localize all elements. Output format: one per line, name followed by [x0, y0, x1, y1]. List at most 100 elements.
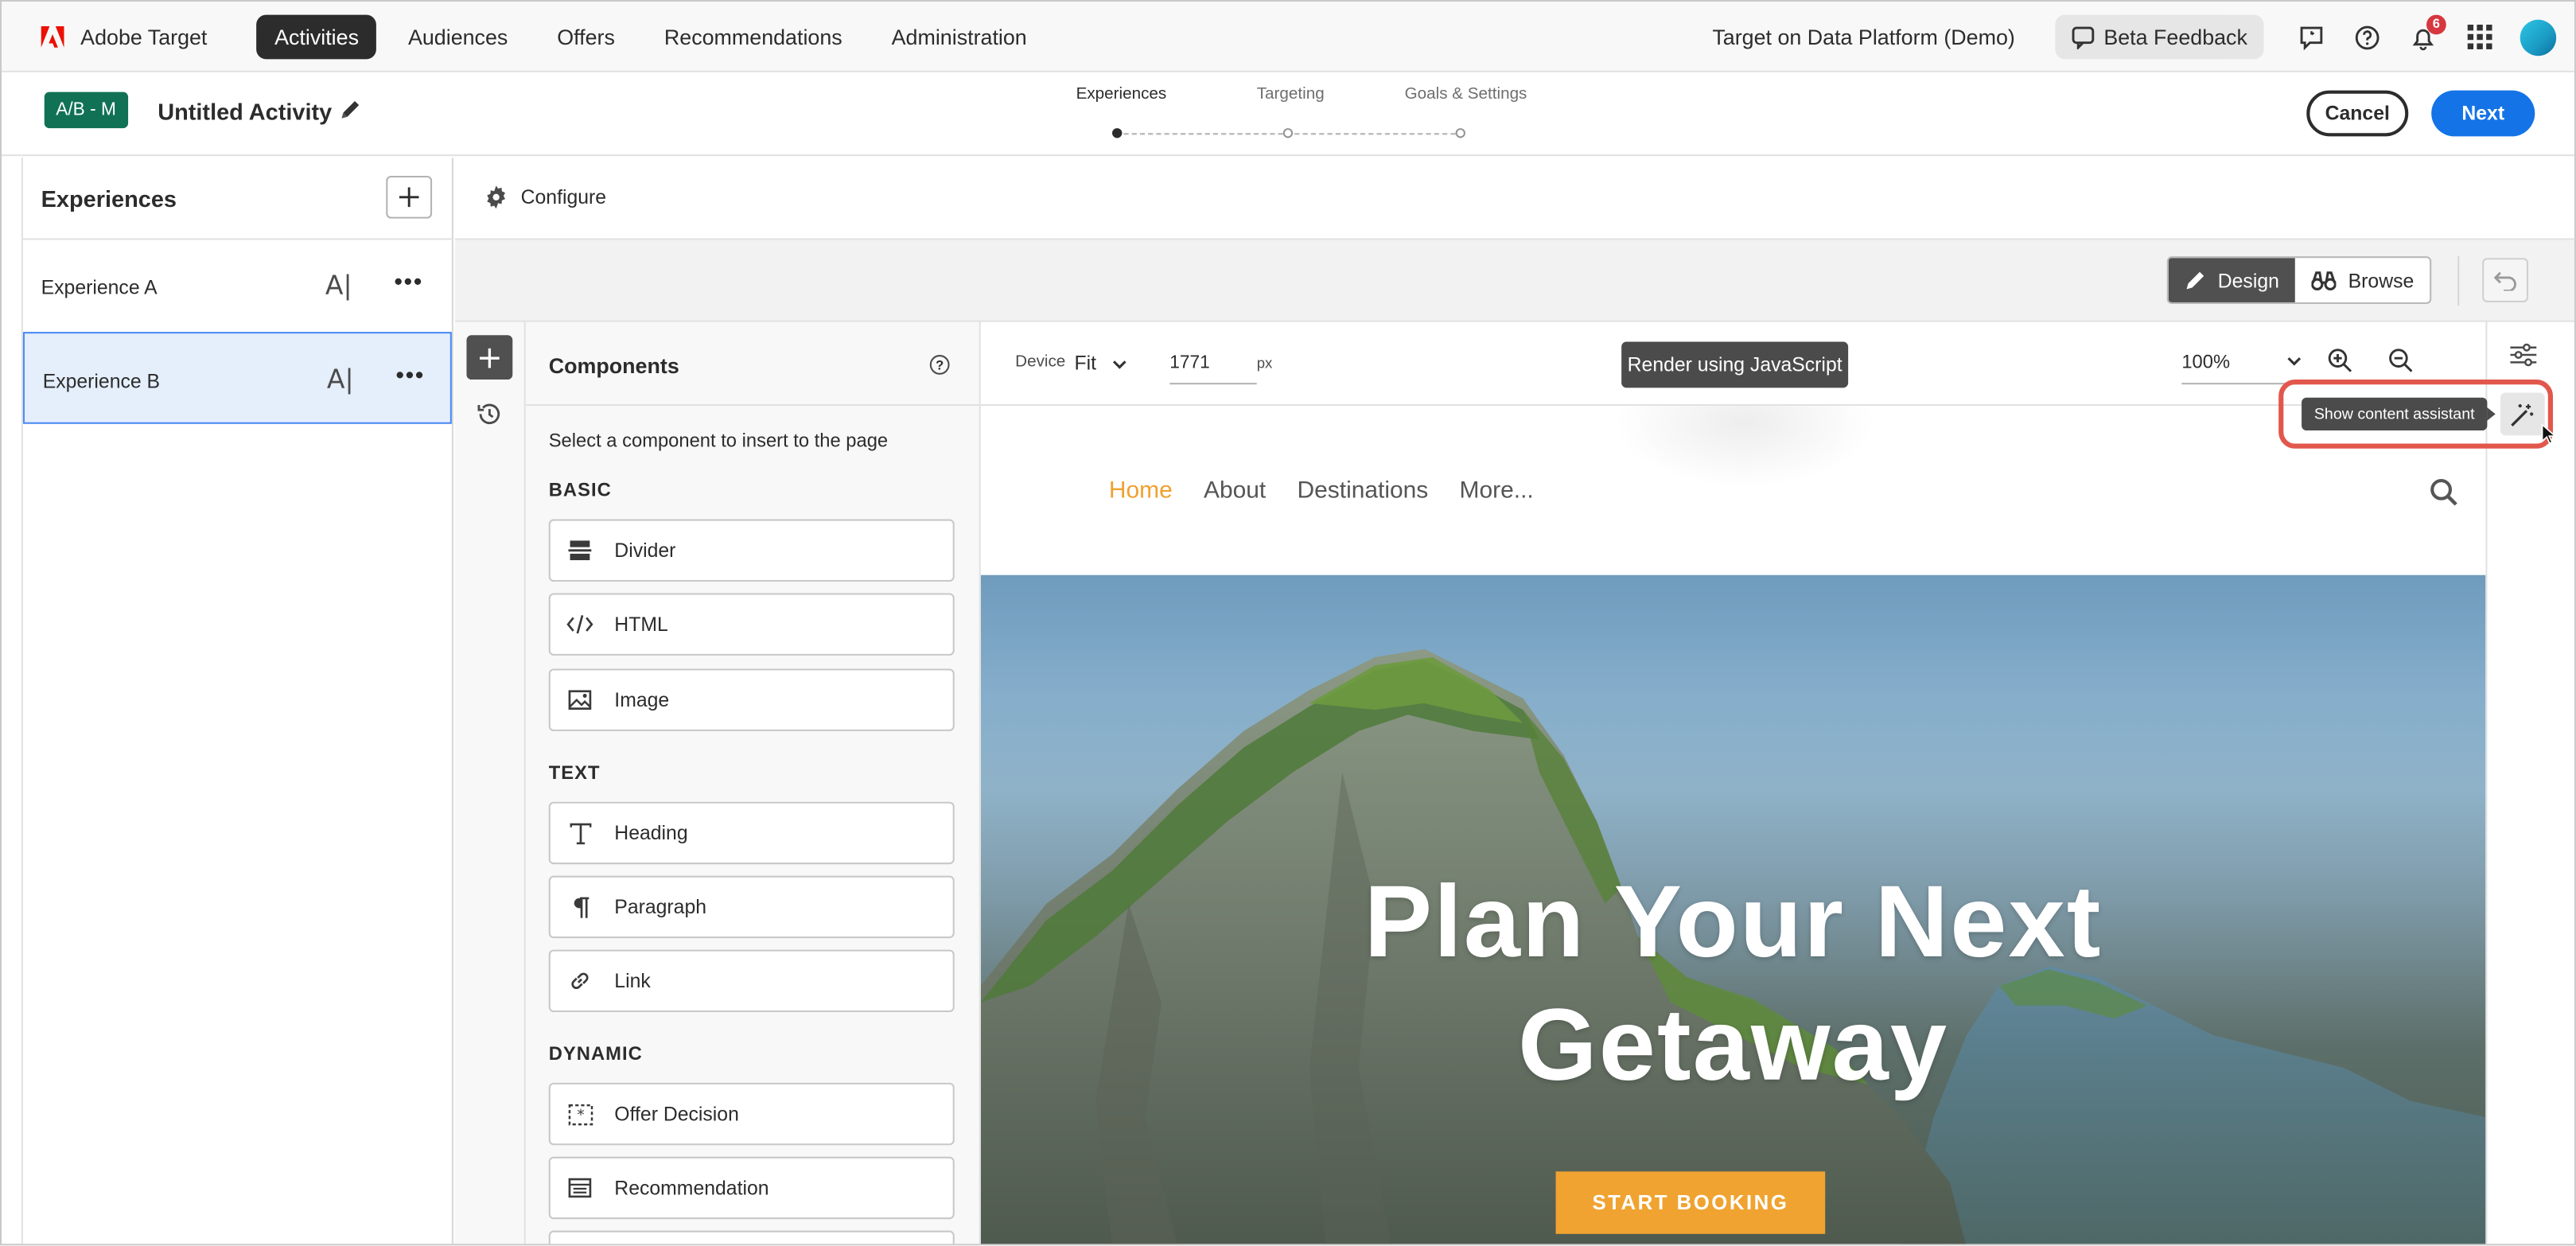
- help-icon[interactable]: ?: [929, 355, 950, 375]
- component-offer-decision[interactable]: * Offer Decision: [548, 1082, 955, 1146]
- site-links: Home About Destinations More...: [1109, 478, 1534, 504]
- configure-label: Configure: [520, 185, 607, 209]
- nav-administration[interactable]: Administration: [874, 14, 1045, 59]
- activity-type-badge: A/B - M: [44, 92, 128, 129]
- properties-icon[interactable]: [2510, 343, 2537, 375]
- browse-mode-button[interactable]: Browse: [2296, 258, 2430, 302]
- brand[interactable]: Adobe Target: [41, 23, 208, 49]
- search-icon[interactable]: [2430, 478, 2457, 514]
- divider-icon: [566, 540, 593, 561]
- section-dynamic: DYNAMIC: [548, 1045, 643, 1065]
- edit-title-icon[interactable]: [338, 99, 361, 130]
- zoom-in-icon[interactable]: [2328, 348, 2352, 381]
- component-label: Heading: [614, 821, 688, 845]
- nav-activities[interactable]: Activities: [256, 14, 377, 59]
- zoom-out-icon[interactable]: [2389, 348, 2414, 381]
- component-next-partial[interactable]: [548, 1230, 955, 1244]
- site-link-about[interactable]: About: [1204, 478, 1266, 504]
- paragraph-icon: [566, 896, 593, 917]
- section-basic: BASIC: [548, 481, 612, 501]
- notifications-icon[interactable]: 6: [2395, 9, 2451, 64]
- text-ai-icon[interactable]: A|: [325, 270, 352, 301]
- component-label: Recommendation: [614, 1176, 769, 1200]
- component-link[interactable]: Link: [548, 949, 955, 1013]
- next-button[interactable]: Next: [2431, 90, 2535, 137]
- link-icon: [566, 969, 593, 992]
- width-input[interactable]: 1771: [1169, 345, 1257, 385]
- hero-title-line-2: Getaway: [1518, 989, 1949, 1103]
- add-experience-button[interactable]: [386, 175, 433, 219]
- more-options-icon[interactable]: •••: [395, 268, 424, 294]
- chevron-down-icon: [1113, 352, 1128, 375]
- nav-shadow: [1613, 406, 1877, 489]
- experiences-panel: Experiences Experience A A| ••• Experien…: [21, 158, 453, 1244]
- org-switcher[interactable]: Target on Data Platform (Demo): [1712, 25, 2014, 49]
- zoom-select[interactable]: 100%: [2181, 345, 2302, 385]
- experience-item-b[interactable]: Experience B A| •••: [22, 332, 452, 424]
- component-recommendation[interactable]: Recommendation: [548, 1156, 955, 1220]
- nav-audiences[interactable]: Audiences: [390, 14, 526, 59]
- device-select[interactable]: Fit: [1075, 352, 1128, 375]
- render-javascript-button[interactable]: Render using JavaScript: [1621, 341, 1849, 388]
- component-label: Image: [614, 688, 670, 712]
- experiences-title: Experiences: [41, 185, 177, 212]
- experiences-header: Experiences: [22, 158, 452, 240]
- step-experiences[interactable]: Experiences: [1076, 85, 1167, 103]
- site-link-home[interactable]: Home: [1109, 478, 1173, 504]
- more-options-icon[interactable]: •••: [396, 361, 426, 387]
- hero-title-line-1: Plan Your Next: [1364, 866, 2103, 979]
- components-subtitle: Select a component to insert to the page: [548, 432, 889, 452]
- pencil-icon: [2185, 270, 2206, 291]
- image-icon: [566, 690, 593, 710]
- site-link-destinations[interactable]: Destinations: [1298, 478, 1429, 504]
- notifications-badge: 6: [2426, 14, 2446, 34]
- component-label: Divider: [614, 539, 676, 563]
- plus-icon: [399, 187, 419, 208]
- component-image[interactable]: Image: [548, 668, 955, 731]
- editor-mode-bar: Design Browse: [455, 239, 2574, 322]
- main-nav: Activities Audiences Offers Recommendati…: [256, 14, 1051, 59]
- user-avatar[interactable]: [2520, 18, 2557, 56]
- mode-toggle: Design Browse: [2166, 256, 2432, 305]
- components-panel: Components ? Select a component to inser…: [525, 321, 981, 1244]
- text-icon: [566, 822, 593, 844]
- beta-feedback-button[interactable]: Beta Feedback: [2054, 14, 2264, 60]
- nav-recommendations[interactable]: Recommendations: [646, 14, 860, 59]
- app-name: Adobe Target: [80, 23, 208, 49]
- experience-item-a[interactable]: Experience A A| •••: [23, 239, 452, 332]
- configure-bar: Configure: [455, 158, 2574, 240]
- nav-offers[interactable]: Offers: [539, 14, 633, 59]
- step-goals-settings[interactable]: Goals & Settings: [1405, 85, 1527, 103]
- experience-label: Experience A: [41, 275, 158, 299]
- adobe-logo-icon: [41, 25, 64, 47]
- code-icon: [566, 614, 593, 634]
- whats-new-icon[interactable]: [2283, 9, 2339, 64]
- step-dot-targeting: [1282, 128, 1294, 138]
- step-indicator: Experiences Targeting Goals & Settings: [1053, 85, 1547, 138]
- component-divider[interactable]: Divider: [548, 519, 955, 582]
- site-link-more[interactable]: More...: [1460, 478, 1534, 504]
- component-paragraph[interactable]: Paragraph: [548, 875, 955, 939]
- step-dot-experiences: [1112, 128, 1123, 138]
- recommendation-icon: [566, 1178, 593, 1198]
- undo-button[interactable]: [2482, 258, 2529, 302]
- help-icon[interactable]: [2340, 9, 2395, 64]
- mouse-cursor-icon: [2541, 422, 2557, 452]
- canvas-toolbar: Device Fit 1771 px Render using JavaScri…: [980, 321, 2486, 407]
- design-mode-button[interactable]: Design: [2168, 258, 2296, 302]
- device-label: Device: [1015, 352, 1066, 372]
- design-label: Design: [2217, 268, 2279, 292]
- start-booking-button[interactable]: START BOOKING: [1555, 1171, 1826, 1234]
- component-html[interactable]: HTML: [548, 593, 955, 656]
- step-connector: [1123, 133, 1283, 135]
- component-heading[interactable]: Heading: [548, 801, 955, 865]
- insert-component-button[interactable]: [466, 335, 513, 380]
- text-ai-icon[interactable]: A|: [327, 363, 354, 394]
- toolbar-divider: [2457, 256, 2460, 306]
- step-targeting[interactable]: Targeting: [1257, 85, 1325, 103]
- app-switcher-icon[interactable]: [2451, 9, 2507, 64]
- configure-button[interactable]: Configure: [484, 185, 607, 209]
- history-icon[interactable]: [477, 401, 503, 435]
- cancel-button[interactable]: Cancel: [2306, 90, 2409, 137]
- content-assistant-button[interactable]: [2500, 392, 2545, 436]
